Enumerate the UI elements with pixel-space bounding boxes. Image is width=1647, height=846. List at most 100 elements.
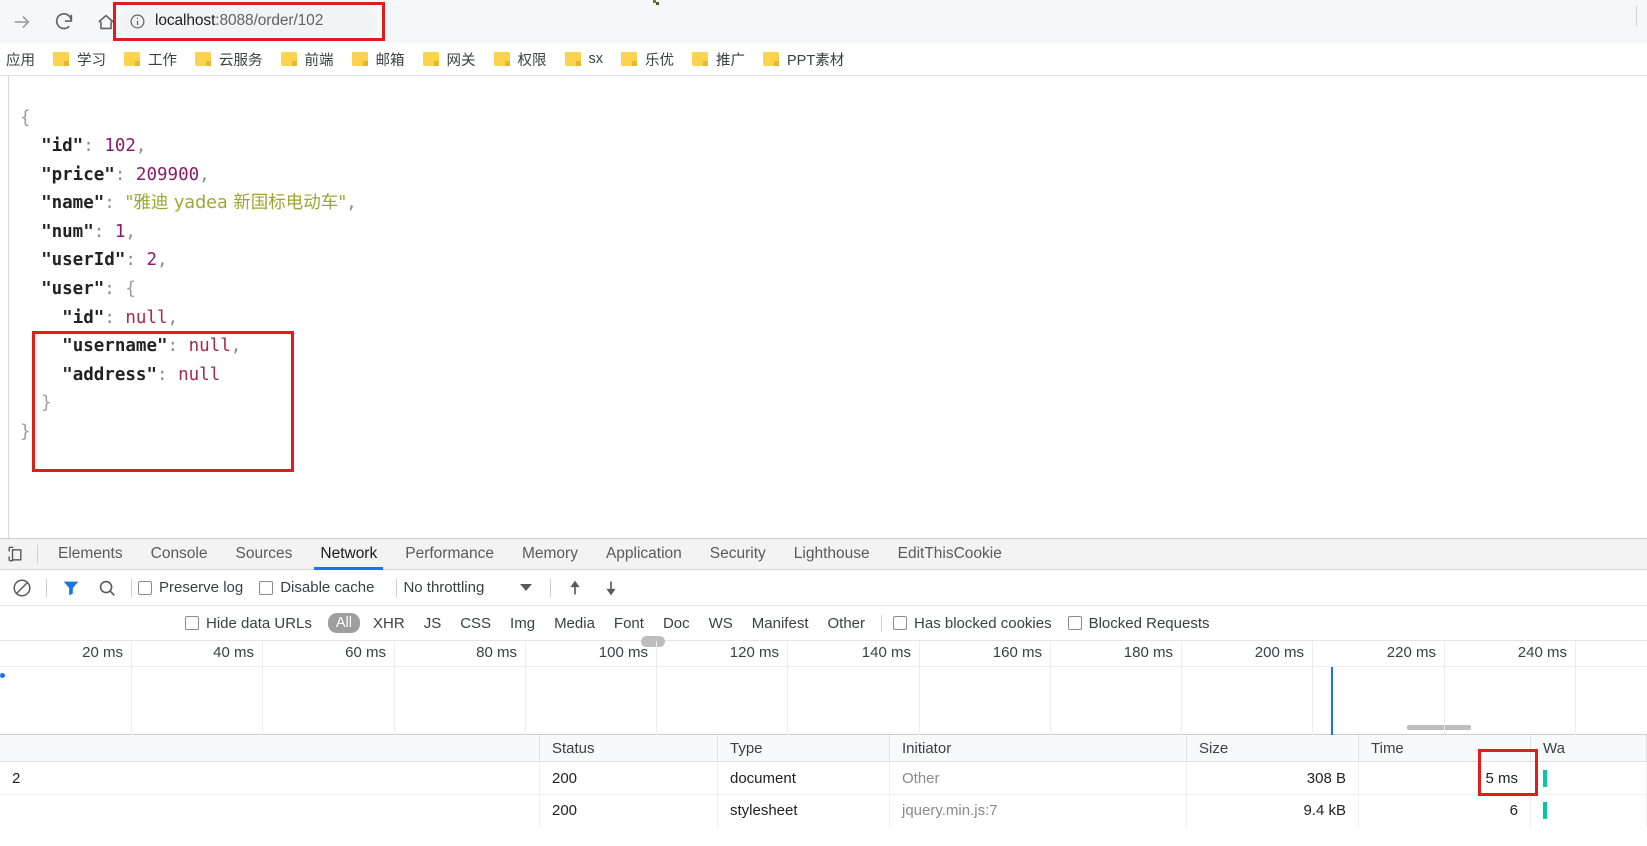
tab-elements[interactable]: Elements [44, 539, 137, 570]
tab-label: Elements [58, 545, 123, 562]
bookmark-item[interactable]: 推广 [684, 47, 753, 71]
search-icon[interactable] [96, 577, 118, 599]
filter-type-doc[interactable]: Doc [660, 613, 693, 634]
network-timeline-overview[interactable]: 20 ms 40 ms 60 ms 80 ms 100 ms 120 ms 140 ms 16… [0, 636, 1647, 735]
timeline-tick [1444, 641, 1445, 735]
json-token-punct: , [135, 136, 147, 157]
bookmark-label: 网关 [446, 52, 476, 69]
tab-console[interactable]: Console [137, 539, 222, 570]
filter-icon[interactable] [60, 577, 82, 599]
folder-icon [124, 52, 140, 66]
cell-size: 9.4 kB [1187, 794, 1359, 827]
column-header-label: Status [552, 739, 595, 757]
disable-cache-box[interactable] [259, 580, 274, 595]
blocked-requests-checkbox[interactable]: Blocked Requests [1067, 615, 1210, 632]
column-header-size[interactable]: Size [1187, 734, 1359, 762]
bookmark-item[interactable]: sx [557, 47, 612, 71]
filter-type-xhr[interactable]: XHR [370, 613, 408, 634]
timeline-tick [1050, 641, 1051, 735]
bookmark-item[interactable]: 云服务 [187, 47, 271, 71]
tab-memory[interactable]: Memory [508, 539, 592, 570]
bookmark-item[interactable]: PPT素材 [755, 47, 852, 71]
timeline-tick-label: 60 ms [345, 644, 386, 661]
filter-type-css[interactable]: CSS [457, 613, 494, 634]
tab-sources[interactable]: Sources [222, 539, 307, 570]
blocked-requests-box[interactable] [1067, 616, 1082, 630]
tab-performance[interactable]: Performance [391, 539, 508, 570]
json-line: "price": 209900, [20, 161, 357, 190]
filter-type-font[interactable]: Font [611, 613, 647, 634]
tab-lighthouse[interactable]: Lighthouse [780, 539, 884, 570]
has-blocked-cookies-label: Has blocked cookies [914, 614, 1052, 632]
tab-security[interactable]: Security [696, 539, 780, 570]
hide-data-urls-box[interactable] [185, 616, 199, 630]
json-token-str: "雅迪 yadea 新国标电动车" [125, 193, 347, 214]
tab-label: Sources [235, 545, 293, 562]
cell-initiator: jquery.min.js:7 [890, 794, 1187, 827]
cell-status: 200 [540, 794, 718, 827]
json-line: "id": null, [20, 304, 357, 333]
reload-button[interactable] [48, 6, 80, 38]
tab-label: Memory [521, 545, 578, 562]
cell-initiator: Other [890, 762, 1187, 794]
json-token-punct: , [157, 250, 168, 271]
toolbar-divider-3 [396, 578, 398, 597]
tab-network[interactable]: Network [306, 539, 391, 570]
preserve-log-checkbox[interactable]: Preserve log [138, 579, 243, 596]
column-header-waterfall[interactable]: Wa [1531, 734, 1647, 762]
tab-application[interactable]: Application [592, 539, 696, 570]
column-header-type[interactable]: Type [718, 734, 890, 762]
overview-selection-bar[interactable] [1407, 725, 1471, 730]
timeline-tick [394, 641, 395, 735]
filter-type-manifest[interactable]: Manifest [749, 613, 812, 634]
bookmark-item[interactable]: 乐优 [613, 47, 682, 71]
json-token-num: 1 [114, 221, 126, 242]
bookmark-item[interactable]: 邮箱 [344, 47, 413, 71]
hide-data-urls-checkbox[interactable]: Hide data URLs [185, 615, 312, 632]
bookmark-label: sx [588, 51, 604, 67]
timeline-tick-label: 20 ms [82, 644, 123, 661]
bookmark-item[interactable]: 学习 [45, 47, 114, 71]
column-header-status[interactable]: Status [540, 734, 718, 762]
tab-editthiscookie[interactable]: EditThisCookie [884, 539, 1016, 570]
timeline-tick-label: 40 ms [213, 644, 254, 661]
preserve-log-box[interactable] [138, 580, 152, 595]
filter-type-other[interactable]: Other [825, 613, 869, 634]
bookmark-item[interactable]: 工作 [116, 47, 185, 71]
folder-icon [195, 52, 211, 66]
disable-cache-checkbox[interactable]: Disable cache [259, 579, 374, 596]
bookmark-label: 权限 [517, 52, 547, 69]
bookmark-item[interactable]: 前端 [273, 47, 342, 71]
has-blocked-cookies-checkbox[interactable]: Has blocked cookies [893, 615, 1052, 632]
bookmark-item[interactable]: 权限 [486, 47, 555, 71]
folder-icon [692, 52, 708, 66]
filter-type-all[interactable]: All [327, 613, 361, 633]
export-har-icon[interactable] [600, 577, 622, 599]
filter-type-js[interactable]: JS [421, 613, 445, 634]
folder-icon [621, 52, 637, 66]
filter-type-media[interactable]: Media [551, 613, 598, 634]
inspect-element-icon[interactable] [5, 544, 25, 564]
bookmark-label: 工作 [148, 52, 177, 69]
forward-button[interactable] [6, 6, 38, 38]
bookmark-item[interactable]: 网关 [415, 47, 484, 71]
column-header-initiator[interactable]: Initiator [890, 734, 1187, 762]
throttling-dropdown[interactable]: No throttling [403, 579, 533, 596]
filter-type-ws[interactable]: WS [706, 613, 736, 634]
clear-network-log-icon[interactable] [11, 577, 33, 599]
table-row[interactable]: 200 stylesheet jquery.min.js:7 9.4 kB 6 [0, 794, 1647, 827]
reload-icon [55, 13, 73, 30]
filter-type-img[interactable]: Img [507, 613, 538, 634]
has-blocked-cookies-box[interactable] [893, 616, 908, 630]
folder-icon [351, 52, 368, 66]
network-filter-bar: Hide data URLs All XHR JS CSS Img Media Font Do… [0, 606, 1647, 641]
column-header-label: Type [730, 739, 763, 757]
folder-icon [763, 52, 779, 66]
table-row[interactable]: 2 200 document Other 308 B5 ms [0, 762, 1647, 794]
bookmark-item[interactable]: 应用 [0, 47, 43, 71]
timeline-tick-label: 200 ms [1254, 644, 1304, 661]
bookmark-label: 乐优 [645, 52, 674, 69]
column-header-name[interactable] [0, 734, 540, 762]
json-token-punct: : [125, 250, 147, 271]
import-har-icon[interactable] [564, 577, 586, 599]
